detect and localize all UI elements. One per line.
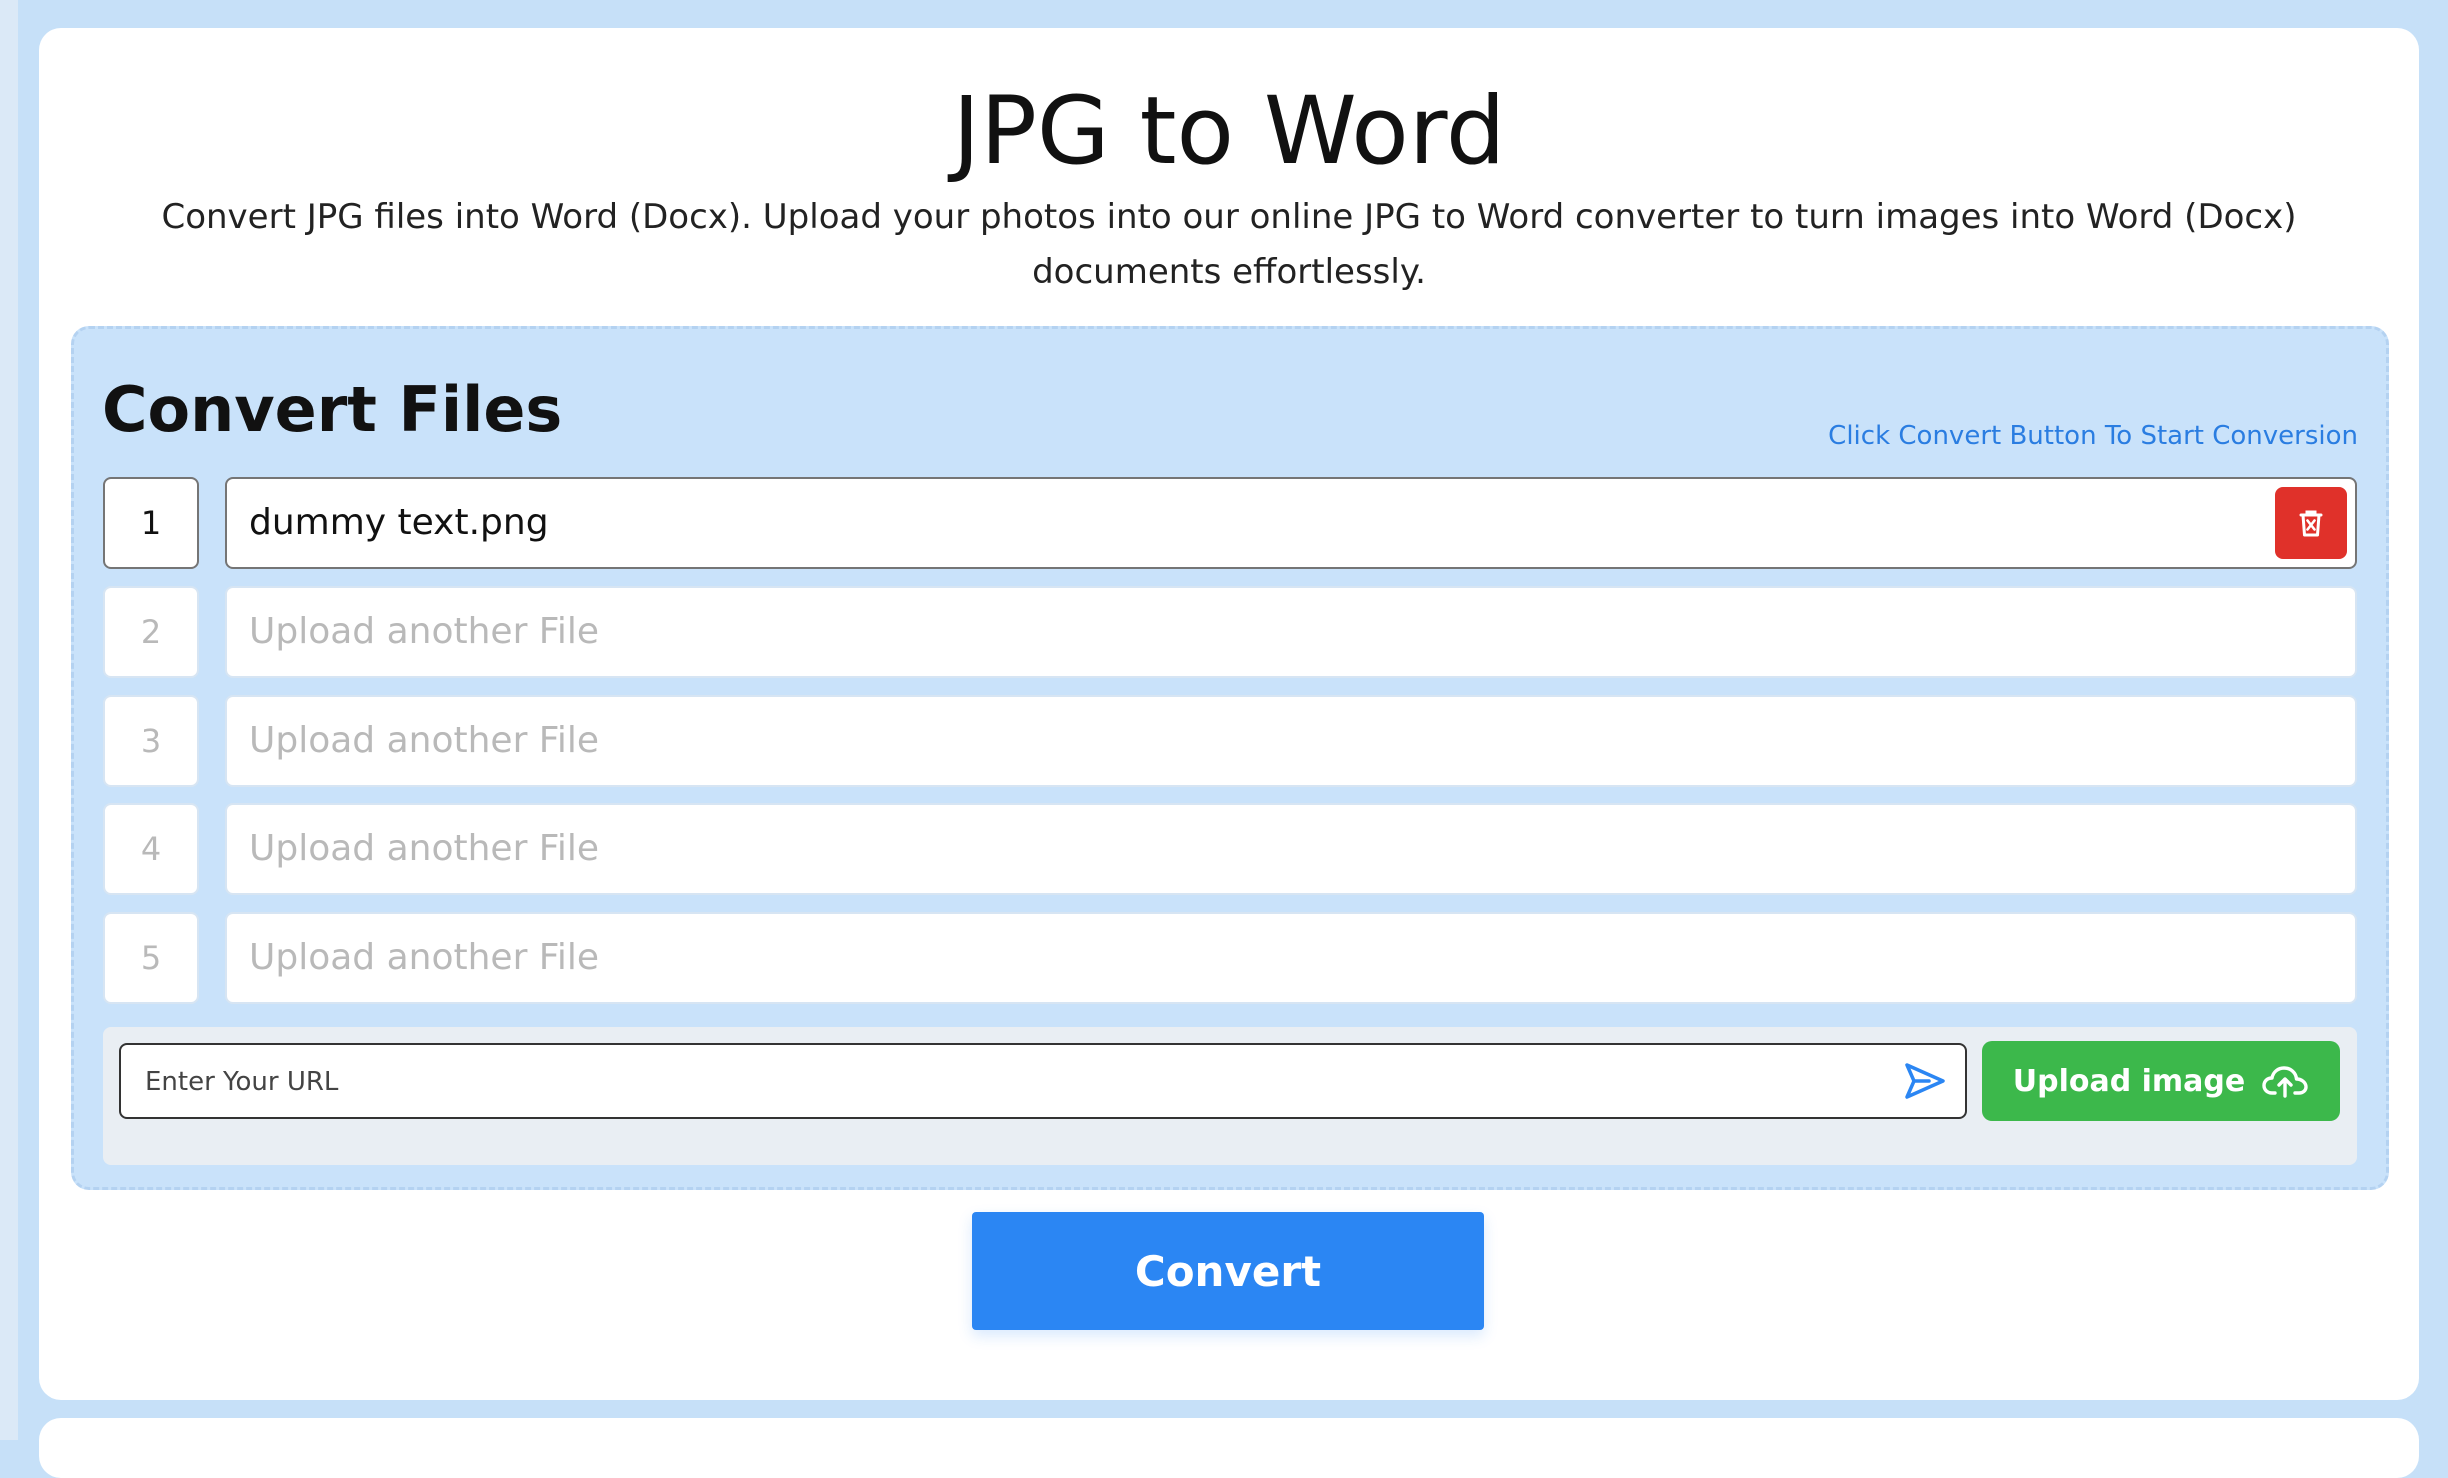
- file-number: 3: [103, 695, 199, 787]
- page-edge: [0, 0, 18, 1440]
- file-name-field: dummy text.png: [225, 477, 2357, 569]
- convert-button[interactable]: Convert: [972, 1212, 1484, 1330]
- page-subtitle: Convert JPG files into Word (Docx). Uplo…: [161, 197, 2297, 292]
- cloud-upload-icon: [2262, 1066, 2308, 1098]
- page-title: JPG to Word: [952, 77, 1506, 186]
- submit-url-button[interactable]: [1899, 1057, 1951, 1105]
- url-field: [119, 1043, 1967, 1119]
- upload-file-slot[interactable]: Upload another File: [225, 695, 2357, 787]
- file-row-4[interactable]: 4 Upload another File: [103, 803, 2357, 895]
- file-number: 1: [103, 477, 199, 569]
- convert-files-panel[interactable]: Convert Files Click Convert Button To St…: [71, 326, 2389, 1190]
- send-icon: [1905, 1063, 1945, 1099]
- file-number: 5: [103, 912, 199, 1004]
- trash-icon: [2299, 510, 2323, 537]
- file-row-2[interactable]: 2 Upload another File: [103, 586, 2357, 678]
- file-number: 2: [103, 586, 199, 678]
- upload-file-slot[interactable]: Upload another File: [225, 586, 2357, 678]
- next-section-card: [39, 1418, 2419, 1478]
- conversion-hint: Click Convert Button To Start Conversion: [1828, 421, 2358, 451]
- delete-file-button[interactable]: [2275, 487, 2347, 559]
- panel-title: Convert Files: [102, 373, 563, 446]
- url-upload-bar: Upload image: [103, 1027, 2357, 1165]
- file-number: 4: [103, 803, 199, 895]
- upload-button-label: Upload image: [2012, 1063, 2246, 1099]
- file-row-1: 1 dummy text.png: [103, 477, 2357, 569]
- file-row-3[interactable]: 3 Upload another File: [103, 695, 2357, 787]
- upload-image-button[interactable]: Upload image: [1982, 1041, 2340, 1121]
- file-row-5[interactable]: 5 Upload another File: [103, 912, 2357, 1004]
- upload-file-slot[interactable]: Upload another File: [225, 803, 2357, 895]
- file-name: dummy text.png: [249, 502, 549, 543]
- converter-card: JPG to Word Convert JPG files into Word …: [39, 28, 2419, 1400]
- url-input[interactable]: [121, 1045, 1907, 1119]
- upload-file-slot[interactable]: Upload another File: [225, 912, 2357, 1004]
